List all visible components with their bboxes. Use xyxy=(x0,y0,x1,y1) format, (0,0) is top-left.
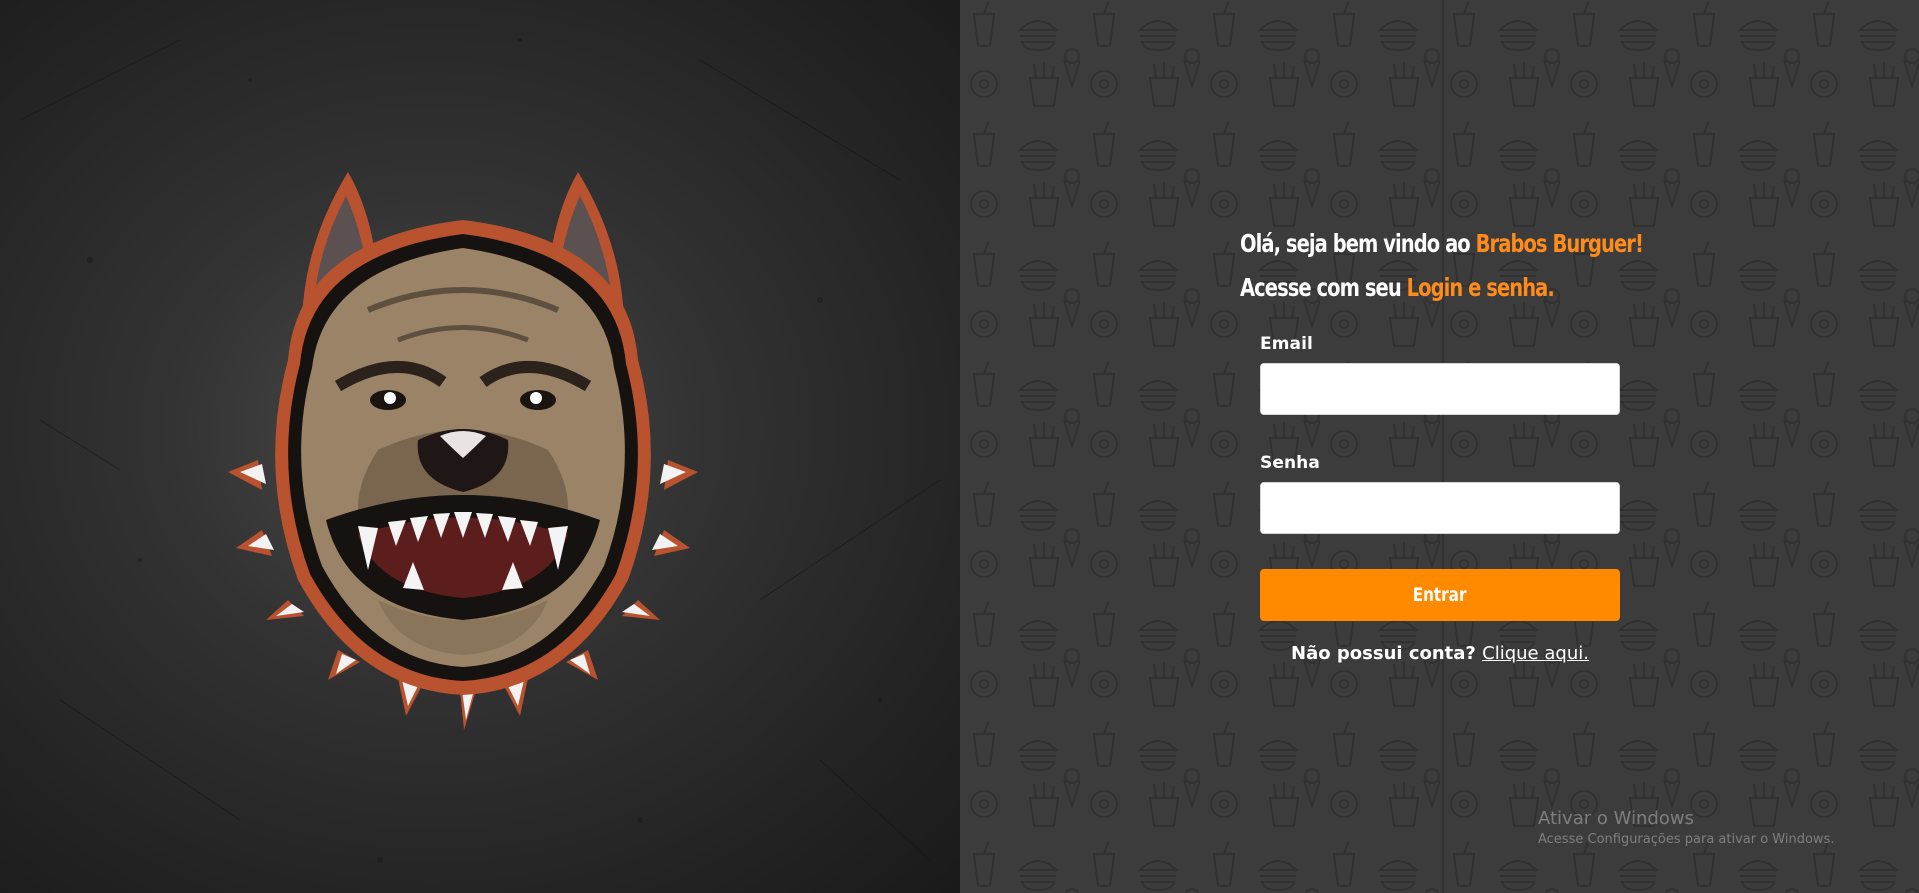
login-form-header: Olá, seja bem vindo ao Brabos Burguer! A… xyxy=(1240,222,1660,310)
watermark-subtitle: Acesse Configurações para ativar o Windo… xyxy=(1538,832,1835,847)
instruction-accent: Login e senha. xyxy=(1406,273,1555,302)
instruction-text: Acesse com seu xyxy=(1240,273,1407,302)
panel-divider xyxy=(1442,0,1444,893)
windows-activation-watermark: Ativar o Windows Acesse Configurações pa… xyxy=(1538,808,1834,850)
pitbull-mascot-icon xyxy=(228,172,698,730)
watermark-title: Ativar o Windows xyxy=(1538,808,1694,829)
signup-prompt: Não possui conta? Clique aqui. xyxy=(1260,643,1620,664)
email-field[interactable] xyxy=(1260,363,1620,415)
food-doodle-pattern xyxy=(960,0,1919,893)
signup-question: Não possui conta? xyxy=(1291,643,1476,664)
welcome-heading: Olá, seja bem vindo ao Brabos Burguer! xyxy=(1240,222,1644,266)
password-label: Senha xyxy=(1260,453,1320,473)
left-hero-panel xyxy=(0,0,960,893)
welcome-text: Olá, seja bem vindo ao xyxy=(1240,229,1476,258)
login-instruction: Acesse com seu Login e senha. xyxy=(1240,266,1568,310)
password-field[interactable] xyxy=(1260,482,1620,534)
login-button[interactable]: Entrar xyxy=(1260,569,1620,621)
email-label: Email xyxy=(1260,334,1313,354)
login-button-label: Entrar xyxy=(1413,584,1467,606)
brand-name: Brabos Burguer! xyxy=(1475,229,1644,258)
right-form-panel xyxy=(960,0,1919,893)
signup-link[interactable]: Clique aqui. xyxy=(1482,643,1589,664)
